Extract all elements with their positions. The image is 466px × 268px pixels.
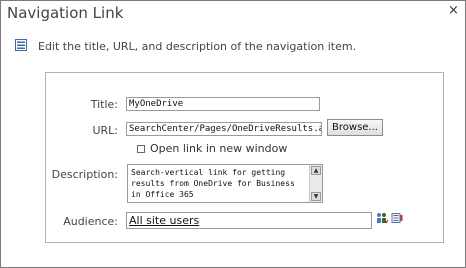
url-label: URL: (92, 124, 118, 137)
navigation-link-dialog: Navigation Link × Edit the title, URL, a… (0, 0, 466, 268)
url-input[interactable]: SearchCenter/Pages/OneDriveResults.aspx (126, 122, 322, 136)
dialog-title: Navigation Link (7, 4, 124, 22)
check-names-icon[interactable] (376, 212, 388, 224)
description-label: Description: (51, 168, 118, 181)
description-textarea[interactable]: Search-vertical link for getting results… (127, 164, 323, 203)
browse-button[interactable]: Browse... (327, 119, 383, 136)
open-in-new-window-checkbox[interactable] (137, 145, 145, 153)
title-input[interactable]: MyOneDrive (126, 97, 320, 111)
audience-input[interactable]: All site users (126, 212, 372, 229)
audience-label: Audience: (63, 215, 118, 228)
intro-text: Edit the title, URL, and description of … (38, 40, 357, 53)
scroll-down-icon[interactable]: ▼ (311, 192, 321, 201)
description-text: Search-vertical link for getting results… (131, 168, 300, 199)
scroll-up-icon[interactable]: ▲ (311, 166, 321, 175)
browse-address-book-icon[interactable] (391, 212, 403, 224)
title-label: Title: (90, 98, 118, 111)
description-scrollbar[interactable]: ▲ ▼ (309, 165, 322, 202)
close-icon[interactable]: × (448, 3, 459, 18)
open-in-new-window-label: Open link in new window (150, 142, 288, 155)
list-icon (15, 39, 27, 51)
